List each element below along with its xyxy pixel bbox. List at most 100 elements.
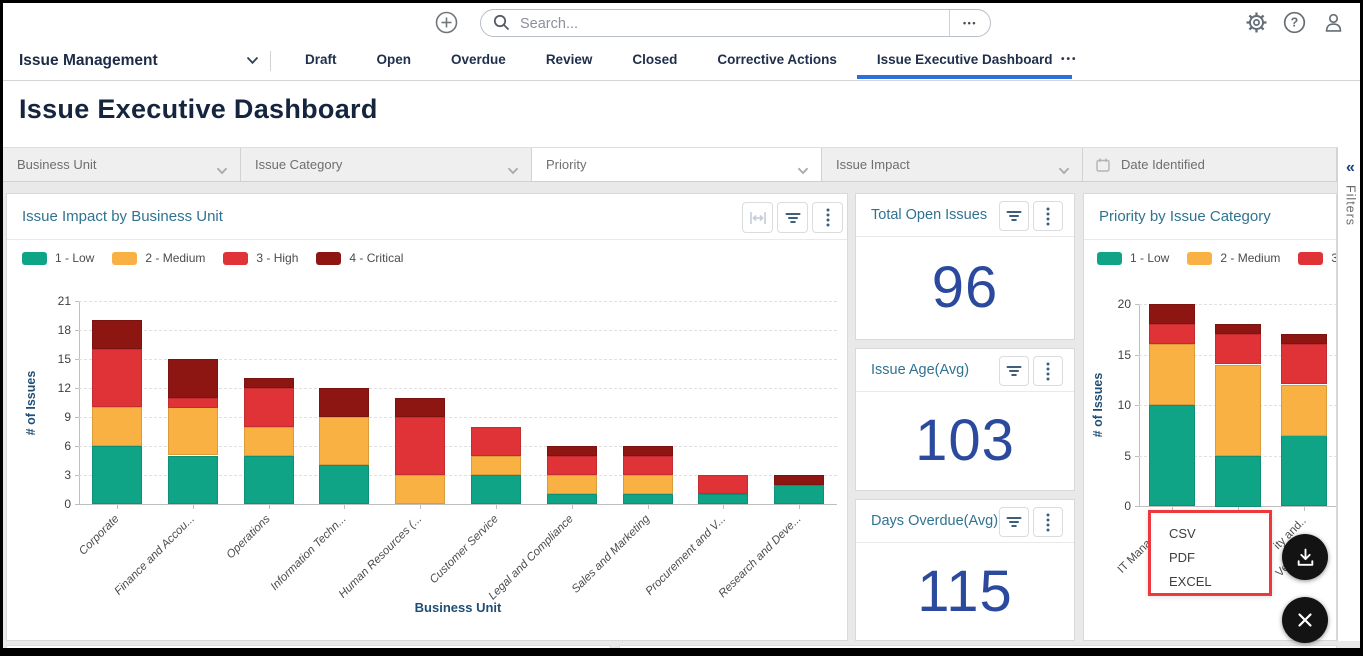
y-tick-label: 15 <box>39 352 71 366</box>
search-more-button[interactable]: ••• <box>949 10 990 36</box>
filter-button[interactable] <box>999 201 1029 231</box>
filter-button[interactable] <box>999 507 1029 537</box>
legend-label: 1 - Low <box>1130 251 1169 265</box>
bar-segment-3-high[interactable] <box>1281 344 1327 384</box>
bar-segment-3-high[interactable] <box>92 349 142 407</box>
bar-segment-1-low[interactable] <box>1215 456 1261 507</box>
bar-segment-3-high[interactable] <box>698 475 748 494</box>
bar-segment-2-medium[interactable] <box>471 456 521 475</box>
x-tick <box>1304 506 1305 511</box>
y-tick <box>1135 304 1139 305</box>
add-icon[interactable] <box>435 11 458 34</box>
x-category-label: Customer Service <box>427 513 500 586</box>
export-option-csv[interactable]: CSV <box>1151 522 1269 546</box>
legend-item-1-low[interactable]: 1 - Low <box>22 251 94 265</box>
filter-button[interactable] <box>777 202 808 233</box>
kpi-card-issue-age-avg: Issue Age(Avg)103 <box>855 348 1075 491</box>
tab-draft[interactable]: Draft <box>285 42 357 79</box>
bar-segment-3-high[interactable] <box>244 388 294 427</box>
kpi-value: 103 <box>856 391 1074 490</box>
more-menu-button[interactable] <box>812 202 843 233</box>
search-bar[interactable]: ••• <box>480 9 991 37</box>
export-option-pdf[interactable]: PDF <box>1151 546 1269 570</box>
y-tick-label: 9 <box>39 410 71 424</box>
filter-priority[interactable]: Priority <box>532 148 822 181</box>
bar-segment-2-medium[interactable] <box>547 475 597 494</box>
bar-segment-3-high[interactable] <box>1149 324 1195 344</box>
calendar-icon <box>1096 158 1110 177</box>
bar-segment-1-low[interactable] <box>319 465 369 504</box>
legend-item-2-medium[interactable]: 2 - Medium <box>1187 251 1280 265</box>
bar-segment-1-low[interactable] <box>471 475 521 504</box>
tab-issue-executive-dashboard[interactable]: Issue Executive Dashboard <box>857 42 1073 79</box>
gear-icon[interactable] <box>1245 11 1268 34</box>
bar-segment-4-critical[interactable] <box>1215 324 1261 334</box>
bar-segment-1-low[interactable] <box>244 456 294 504</box>
bar-segment-1-low[interactable] <box>774 485 824 504</box>
filter-issue-impact[interactable]: Issue Impact <box>822 148 1083 181</box>
filter-business-unit[interactable]: Business Unit <box>3 148 241 181</box>
help-icon[interactable]: ? <box>1283 11 1306 34</box>
tab-open[interactable]: Open <box>357 42 432 79</box>
download-button[interactable] <box>1282 534 1328 580</box>
tab-closed[interactable]: Closed <box>612 42 697 79</box>
bar-segment-1-low[interactable] <box>547 494 597 504</box>
filter-button[interactable] <box>999 356 1029 386</box>
bar-segment-1-low[interactable] <box>92 446 142 504</box>
bar-segment-4-critical[interactable] <box>92 320 142 349</box>
resize-button[interactable] <box>742 202 773 233</box>
bar-segment-4-critical[interactable] <box>547 446 597 456</box>
bar-segment-4-critical[interactable] <box>1149 304 1195 324</box>
user-icon[interactable] <box>1322 11 1345 34</box>
bar-segment-4-critical[interactable] <box>168 359 218 398</box>
more-menu-button[interactable] <box>1033 356 1063 386</box>
filter-issue-category[interactable]: Issue Category <box>241 148 532 181</box>
bar-segment-2-medium[interactable] <box>319 417 369 465</box>
bar-segment-1-low[interactable] <box>1281 435 1327 506</box>
legend-item-3-high[interactable]: 3 - High <box>223 251 298 265</box>
bar-segment-2-medium[interactable] <box>92 407 142 446</box>
bar-segment-3-high[interactable] <box>395 417 445 475</box>
bar-segment-4-critical[interactable] <box>623 446 673 456</box>
export-option-excel[interactable]: EXCEL <box>1151 570 1269 594</box>
filter-date-identified[interactable]: Date Identified <box>1083 148 1337 181</box>
bar-segment-3-high[interactable] <box>471 427 521 456</box>
y-tick-label: 15 <box>1099 348 1131 362</box>
legend-item-2-medium[interactable]: 2 - Medium <box>112 251 205 265</box>
bar-segment-2-medium[interactable] <box>168 407 218 455</box>
y-tick-label: 0 <box>1099 499 1131 513</box>
bar-segment-4-critical[interactable] <box>244 378 294 388</box>
bar-segment-4-critical[interactable] <box>319 388 369 417</box>
more-menu-button[interactable] <box>1033 201 1063 231</box>
bar-segment-4-critical[interactable] <box>1281 334 1327 344</box>
bar-segment-2-medium[interactable] <box>1149 344 1195 405</box>
legend-item-3-high[interactable]: 3 - High <box>1298 251 1337 265</box>
legend-item-4-critical[interactable]: 4 - Critical <box>316 251 403 265</box>
close-button[interactable] <box>1282 597 1328 643</box>
bar-segment-3-high[interactable] <box>168 398 218 408</box>
bar-segment-3-high[interactable] <box>1215 334 1261 364</box>
app-menu-dropdown[interactable]: Issue Management <box>19 42 259 80</box>
bar-segment-2-medium[interactable] <box>244 427 294 456</box>
tab-corrective-actions[interactable]: Corrective Actions <box>697 42 857 79</box>
tabs-more-button[interactable]: ••• <box>1061 42 1078 77</box>
x-category-label: Research and Deve... <box>716 513 803 600</box>
bar-segment-2-medium[interactable] <box>623 475 673 494</box>
bar-segment-3-high[interactable] <box>623 456 673 475</box>
bar-segment-4-critical[interactable] <box>774 475 824 485</box>
bar-segment-1-low[interactable] <box>698 494 748 504</box>
bar-segment-1-low[interactable] <box>1149 405 1195 506</box>
bar-segment-3-high[interactable] <box>547 456 597 475</box>
bar-segment-4-critical[interactable] <box>395 398 445 417</box>
bar-segment-2-medium[interactable] <box>395 475 445 504</box>
bar-segment-2-medium[interactable] <box>1215 365 1261 456</box>
legend-item-1-low[interactable]: 1 - Low <box>1097 251 1169 265</box>
collapse-icon[interactable]: « <box>1338 160 1363 176</box>
tab-overdue[interactable]: Overdue <box>431 42 526 79</box>
bar-segment-1-low[interactable] <box>168 456 218 504</box>
bar-segment-1-low[interactable] <box>623 494 673 504</box>
bar-segment-2-medium[interactable] <box>1281 385 1327 436</box>
search-input[interactable] <box>518 12 892 35</box>
more-menu-button[interactable] <box>1033 507 1063 537</box>
tab-review[interactable]: Review <box>526 42 613 79</box>
